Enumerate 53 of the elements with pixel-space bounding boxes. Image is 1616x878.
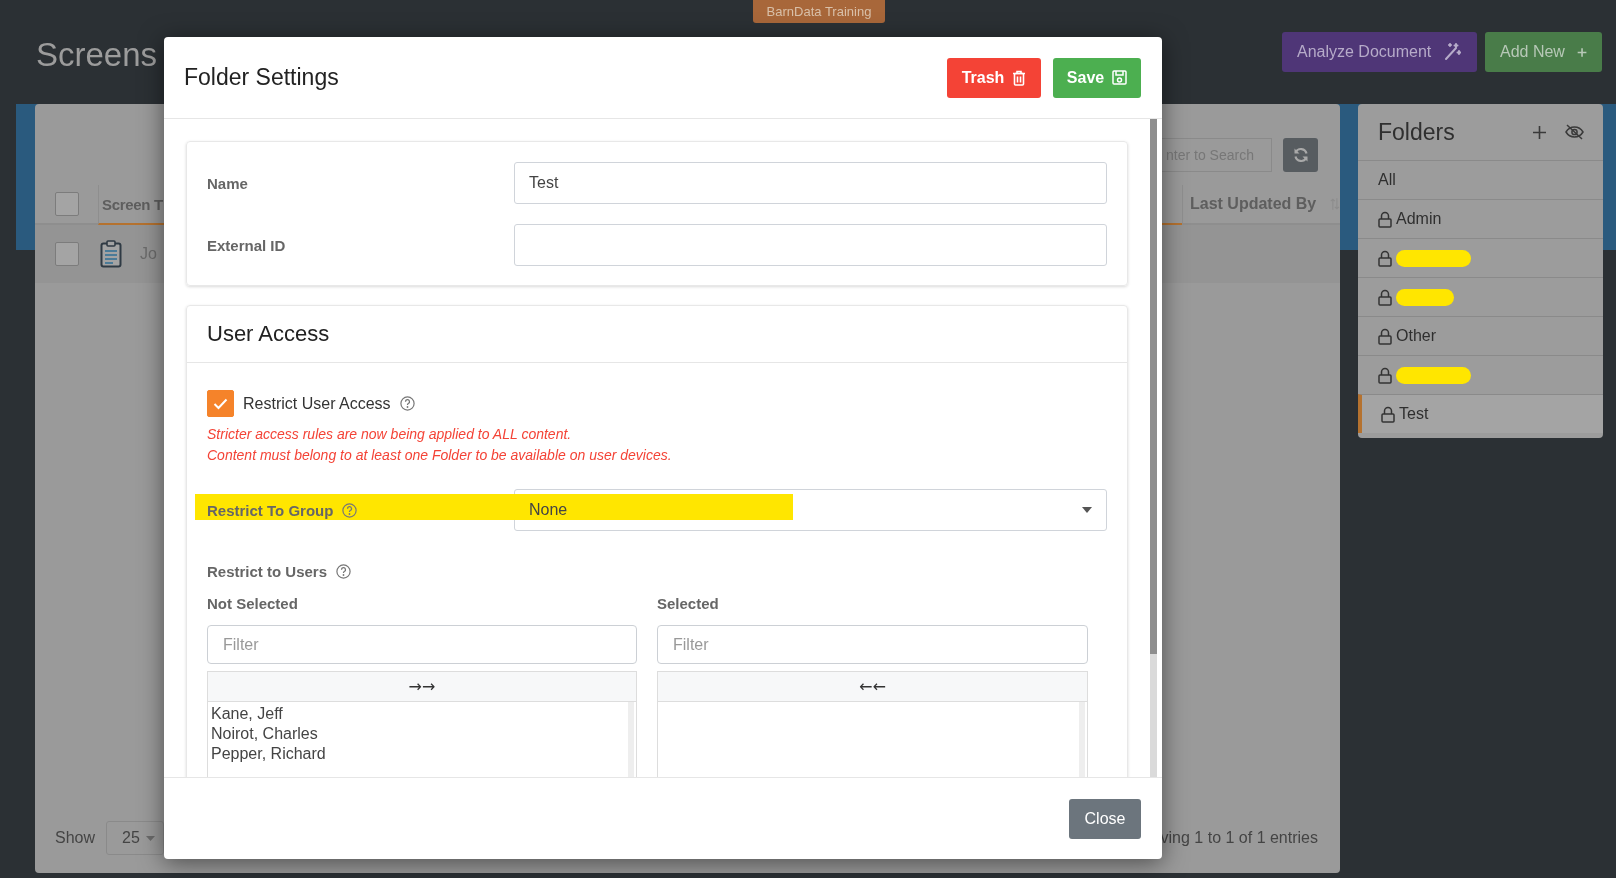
move-all-button[interactable]: →→	[207, 671, 637, 702]
close-button[interactable]: Close	[1069, 798, 1141, 839]
select-all-checkbox[interactable]	[55, 192, 79, 216]
name-field[interactable]: Test	[514, 162, 1107, 204]
add-new-button[interactable]: Add New	[1485, 32, 1602, 72]
folder-item[interactable]: Test	[1358, 394, 1603, 433]
filter-field[interactable]: Filter	[207, 625, 637, 664]
caret-icon	[1082, 507, 1092, 513]
filter-field[interactable]: Filter	[657, 625, 1088, 664]
dialog-title: Folder Settings	[184, 64, 339, 91]
checkbox-label: Restrict User Access	[243, 394, 391, 413]
save-button[interactable]: Save	[1053, 57, 1141, 98]
analyze-document-button[interactable]: Analyze Document	[1282, 32, 1477, 72]
warning-text: Content must belong to at least one Folder to be available on user devices.	[207, 446, 673, 465]
restrict-access-checkbox[interactable]	[207, 390, 234, 417]
folder-item[interactable]: Other	[1358, 316, 1603, 355]
row-checkbox[interactable]	[55, 242, 79, 266]
list-title: Not Selected	[207, 595, 299, 612]
caret-icon	[145, 835, 155, 841]
show-label: Show	[55, 829, 96, 847]
help-icon[interactable]	[336, 564, 352, 579]
user-option[interactable]: Pepper, Richard	[211, 744, 622, 764]
list-title: Selected	[657, 595, 720, 612]
folders-title: Folders	[1378, 118, 1455, 146]
user-option[interactable]: Noirot, Charles	[211, 724, 622, 744]
magic-wand-icon	[1443, 43, 1462, 61]
field-label: External ID	[207, 236, 287, 254]
external-id-field[interactable]	[514, 224, 1107, 266]
plus-icon[interactable]	[1533, 125, 1546, 139]
redaction-mark	[1396, 288, 1454, 306]
folder-item[interactable]: Admin	[1358, 199, 1603, 238]
refresh-icon	[1292, 146, 1309, 163]
trash-button[interactable]: Trash	[947, 57, 1041, 98]
field-label: Restrict To Group	[207, 501, 334, 519]
section-title: User Access	[207, 321, 330, 347]
entries-info: ving 1 to 1 of 1 entries	[1160, 829, 1318, 847]
eye-slash-icon[interactable]	[1565, 124, 1584, 140]
move-all-button[interactable]: ←←	[657, 671, 1088, 702]
refresh-button[interactable]	[1283, 137, 1318, 172]
environment-badge: BarnData Training	[753, 0, 885, 23]
page-title: Screens	[36, 36, 158, 74]
warning-text: Stricter access rules are now being applied to ALL content.	[207, 425, 573, 444]
scrollbar[interactable]	[1150, 119, 1157, 777]
folder-item[interactable]: All	[1358, 160, 1603, 199]
clipboard-icon	[100, 240, 122, 268]
check-icon	[213, 397, 228, 410]
field-label: Name	[207, 174, 249, 192]
trash-icon	[1012, 69, 1027, 86]
user-option[interactable]: Kane, Jeff	[211, 704, 622, 724]
user-listbox[interactable]: Kane, Jeff Noirot, Charles Pepper, Richard	[207, 702, 637, 777]
help-icon[interactable]	[342, 502, 358, 518]
help-icon[interactable]	[399, 396, 415, 411]
field-label: Restrict to Users	[207, 563, 328, 580]
